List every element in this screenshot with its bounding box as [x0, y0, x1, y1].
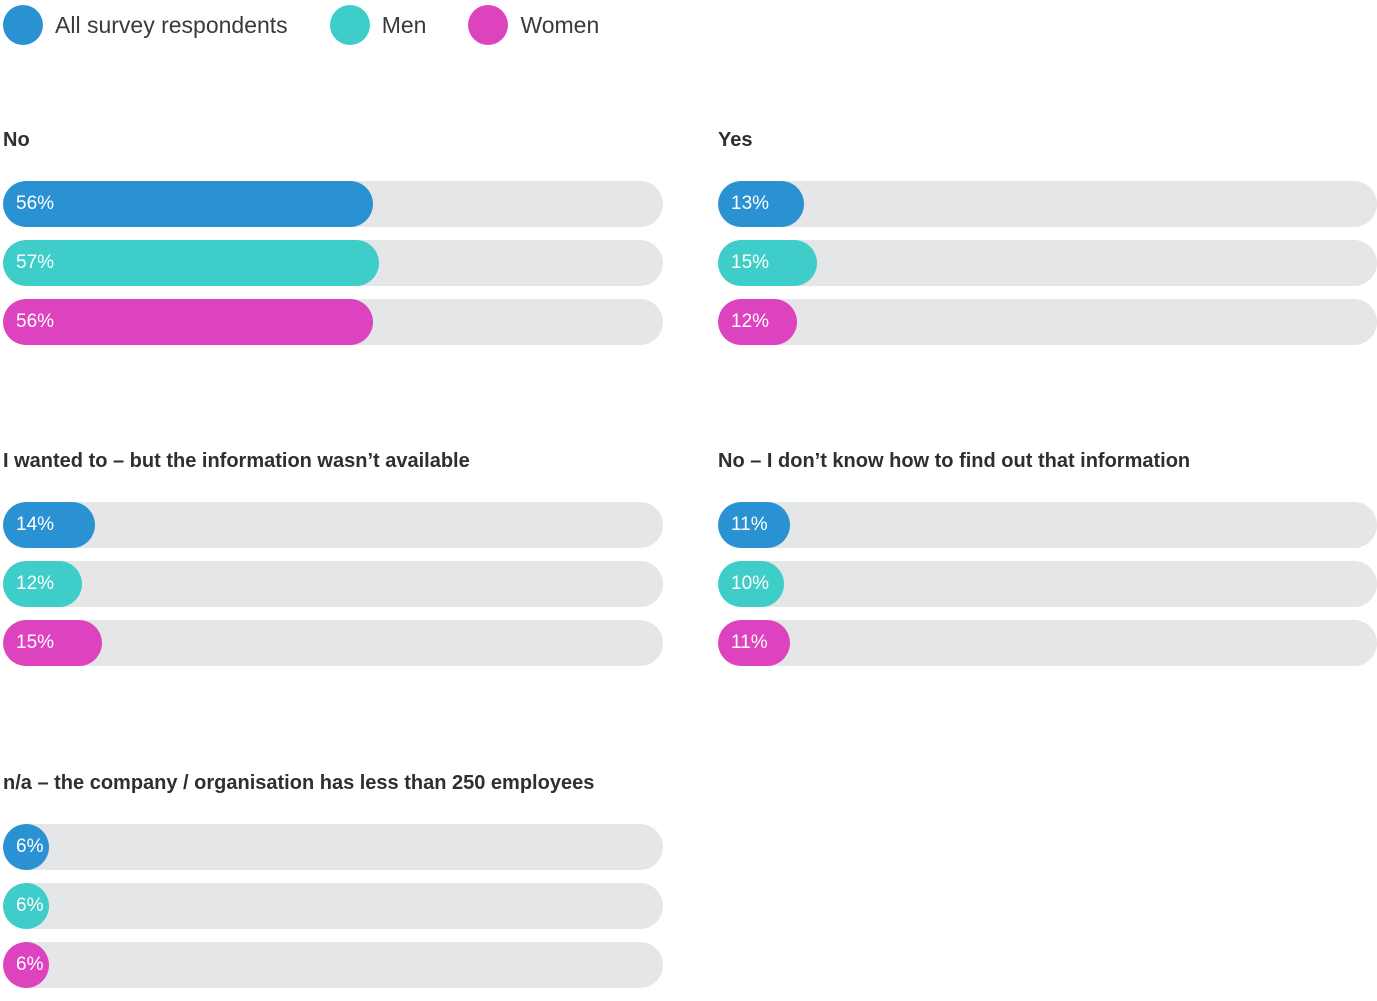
bar-value-label: 56% — [16, 311, 55, 332]
legend-swatch-men — [329, 5, 370, 45]
bar-track-all: 6% — [3, 824, 663, 870]
bar-group: 14% 12% 15% — [3, 502, 663, 679]
bar-value-label: 11% — [731, 514, 768, 535]
legend: All survey respondents Men Women — [3, 5, 641, 45]
bar-track-men: 10% — [718, 561, 1377, 607]
bar-track-women: 11% — [718, 620, 1377, 666]
bar-value-label: 6% — [16, 954, 44, 975]
bar-track-women: 56% — [3, 299, 663, 345]
panel-title: I wanted to – but the information wasn’t… — [3, 450, 470, 472]
bar-group: 13% 15% 12% — [718, 181, 1377, 358]
bar-track-all: 14% — [3, 502, 663, 548]
panel-title: Yes — [718, 129, 753, 151]
bar-value-label: 56% — [16, 193, 55, 214]
bar-track-all: 56% — [3, 181, 663, 227]
bar-track-women: 15% — [3, 620, 663, 666]
bar-value-label: 57% — [16, 252, 55, 273]
bar-track-men: 12% — [3, 561, 663, 607]
panel-dont-know-how: No – I don’t know how to find out that i… — [718, 449, 1377, 666]
bar-value-label: 14% — [16, 514, 55, 535]
legend-label-all: All survey respondents — [55, 11, 288, 38]
panel-not-applicable: n/a – the company / organisation has les… — [3, 771, 663, 988]
bar-value-label: 10% — [731, 573, 770, 594]
bar-group: 56% 57% 56% — [3, 181, 663, 358]
bar-track-men: 15% — [718, 240, 1377, 286]
legend-swatch-women — [468, 5, 509, 45]
panel-yes: Yes 13% 15% 12% — [718, 128, 1377, 345]
panel-title: n/a – the company / organisation has les… — [3, 772, 595, 794]
bar-track-all: 11% — [718, 502, 1377, 548]
bar-value-label: 15% — [16, 632, 55, 653]
bar-value-label: 12% — [731, 311, 770, 332]
bar-track-men: 6% — [3, 883, 663, 929]
panel-info-unavailable: I wanted to – but the information wasn’t… — [3, 449, 663, 666]
bar-track-women: 6% — [3, 942, 663, 988]
legend-item-men: Men — [329, 5, 427, 45]
legend-swatch-all — [3, 5, 43, 45]
bar-track-men: 57% — [3, 240, 663, 286]
bar-group: 6% 6% 6% — [3, 824, 663, 1001]
bar-value-label: 11% — [731, 632, 768, 653]
legend-label-women: Women — [520, 11, 600, 38]
legend-item-all: All survey respondents — [3, 5, 288, 45]
legend-item-women: Women — [468, 5, 599, 45]
panel-title: No — [3, 129, 30, 151]
bar-track-all: 13% — [718, 181, 1377, 227]
bar-value-label: 6% — [16, 836, 44, 857]
panel-title: No – I don’t know how to find out that i… — [718, 450, 1191, 472]
bar-value-label: 15% — [731, 252, 770, 273]
panel-no: No 56% 57% 56% — [3, 128, 663, 345]
bar-women — [3, 299, 373, 345]
bar-all — [3, 181, 373, 227]
bar-men — [3, 240, 380, 286]
bar-group: 11% 10% 11% — [718, 502, 1377, 679]
bar-value-label: 13% — [731, 193, 770, 214]
bar-track-women: 12% — [718, 299, 1377, 345]
bar-value-label: 6% — [16, 895, 44, 916]
bar-value-label: 12% — [16, 573, 55, 594]
legend-label-men: Men — [381, 11, 427, 38]
